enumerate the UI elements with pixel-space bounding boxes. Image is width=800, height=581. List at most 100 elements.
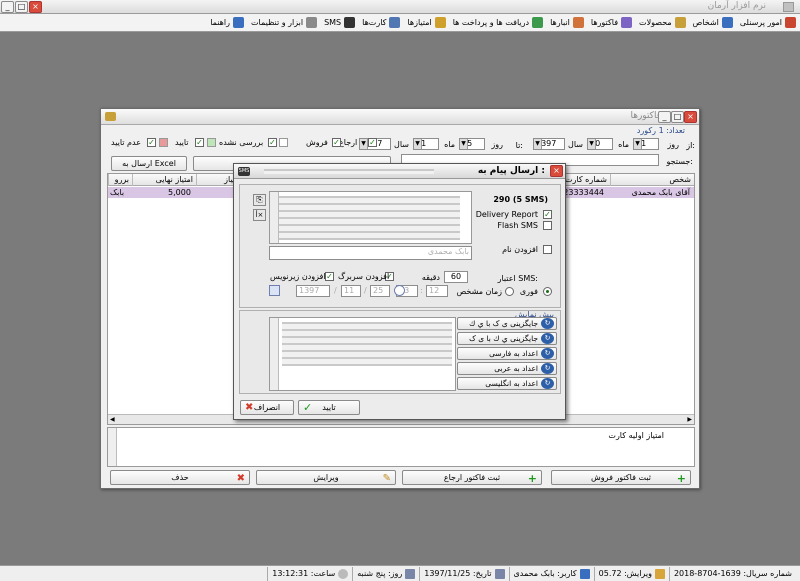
help-icon bbox=[232, 17, 244, 28]
immediate-radio[interactable] bbox=[543, 287, 552, 296]
menu-item-sms[interactable]: SMS bbox=[324, 17, 356, 28]
sched-day-select[interactable]: 25 bbox=[370, 285, 390, 297]
from-month-select[interactable]: 10▼ bbox=[587, 138, 613, 150]
note-area[interactable]: امتیاز اولیه کارت bbox=[107, 427, 695, 467]
preview-section: پیش نمایش ↻ جایگزینی ی ک با ي ك ↻ جایگزینی … bbox=[239, 310, 561, 394]
box-icon bbox=[674, 17, 686, 28]
message-scrollbar[interactable] bbox=[270, 192, 279, 243]
menu-item-label: انبارها bbox=[550, 18, 570, 27]
maximize-button[interactable]: □ bbox=[15, 1, 28, 13]
preview-button-5[interactable]: ↻ اعداد به انگلیسی bbox=[457, 377, 557, 390]
approved-checkbox[interactable]: ✓ bbox=[195, 138, 204, 147]
menu-item-payment[interactable]: دریافت ها و پرداخت ها bbox=[452, 17, 544, 28]
preview-button-2[interactable]: ↻ جایگزینی ي ك با ی ک bbox=[457, 332, 557, 345]
not-approved-checkbox[interactable]: ✓ bbox=[147, 138, 156, 147]
app-title: نرم افزار آرمان bbox=[707, 1, 766, 11]
factors-minimize-button[interactable]: _ bbox=[658, 111, 671, 123]
scroll-left-arrow[interactable]: ◀ bbox=[110, 416, 115, 423]
sched-minute-select[interactable]: 12 bbox=[426, 285, 448, 297]
close-button[interactable]: × bbox=[29, 1, 42, 13]
row-extra: بابک bbox=[110, 188, 125, 197]
factors-title-bar: فاکتورها _ □ × bbox=[101, 109, 699, 125]
minimize-button[interactable]: _ bbox=[1, 1, 14, 13]
col-header-final-points[interactable]: امتیاز نهایی bbox=[132, 174, 196, 186]
refresh-icon: ↻ bbox=[541, 333, 554, 344]
preview-button-4[interactable]: ↻ اعداد به عربی bbox=[457, 362, 557, 375]
sched-month-select[interactable]: 11 bbox=[341, 285, 361, 297]
minutes-label: دقیقه bbox=[421, 273, 440, 282]
menu-item-invoice[interactable]: فاکتورها bbox=[590, 17, 633, 28]
menu-item-label: محصولات bbox=[639, 18, 672, 27]
clock-icon bbox=[394, 285, 405, 296]
col-header-person[interactable]: شخص bbox=[610, 174, 694, 186]
preview-scrollbar[interactable] bbox=[270, 318, 279, 390]
return-invoice-button[interactable]: ثبت فاکتور ارجاع + bbox=[402, 470, 542, 485]
ok-button[interactable]: ✓ تایید bbox=[298, 400, 360, 415]
menu-bar: امور پرسنلی اشخاص محصولات فاکتورها انبارها در… bbox=[0, 14, 800, 32]
approved-label: تایید bbox=[175, 138, 189, 147]
refresh-icon: ↻ bbox=[541, 318, 554, 329]
from-day-label: روز bbox=[667, 140, 679, 149]
to-month-select[interactable]: 11▼ bbox=[413, 138, 439, 150]
to-day-select[interactable]: 25▼ bbox=[459, 138, 485, 150]
reviewed-checkbox[interactable]: ✓ bbox=[268, 138, 277, 147]
preview-button-3[interactable]: ↻ اعداد به فارسی bbox=[457, 347, 557, 360]
calendar-icon[interactable] bbox=[269, 285, 280, 296]
col-header-extra[interactable]: بررو bbox=[108, 174, 132, 186]
scroll-right-arrow[interactable]: ▶ bbox=[687, 416, 692, 423]
add-header-label: افزودن سربرگ bbox=[338, 272, 390, 281]
menu-item-people[interactable]: امور پرسنلی bbox=[740, 17, 796, 28]
message-textarea[interactable] bbox=[269, 191, 472, 244]
menu-item-label: اشخاص bbox=[692, 18, 719, 27]
delivery-report-checkbox[interactable]: ✓ bbox=[543, 210, 552, 219]
sched-year-select[interactable]: 1397 bbox=[296, 285, 330, 297]
clipboard-icon[interactable]: ⎘ bbox=[253, 194, 266, 206]
add-footer-label: افزودن زیرنویس bbox=[270, 272, 326, 281]
refresh-icon: ↻ bbox=[541, 348, 554, 359]
sms-icon: SMS bbox=[238, 167, 250, 176]
calendar-icon bbox=[494, 568, 505, 579]
sale-invoice-button[interactable]: ثبت فاکتور فروش + bbox=[551, 470, 691, 485]
edit-button[interactable]: ویرایش ✎ bbox=[256, 470, 396, 485]
status-date: تاریخ: 1397/11/25 bbox=[419, 566, 508, 581]
sales-checkbox[interactable]: ✓ bbox=[332, 138, 341, 147]
preview-button-label: اعداد به عربی bbox=[494, 364, 538, 373]
from-year-select[interactable]: 1397 ▼ bbox=[533, 138, 565, 150]
sms-close-button[interactable]: × bbox=[550, 165, 563, 177]
add-name-checkbox[interactable] bbox=[543, 245, 552, 254]
menu-item-help[interactable]: راهنما bbox=[210, 17, 244, 28]
factors-maximize-button[interactable]: □ bbox=[671, 111, 684, 123]
menu-item-star[interactable]: امتیازها bbox=[407, 17, 446, 28]
flash-sms-checkbox[interactable] bbox=[543, 221, 552, 230]
validity-input[interactable]: 60 bbox=[444, 271, 468, 283]
menu-item-tools[interactable]: ابزار و تنظیمات bbox=[251, 17, 318, 28]
not-approved-label: عدم تایید bbox=[111, 138, 141, 147]
cancel-button[interactable]: ✖ انصراف bbox=[240, 400, 294, 415]
sms-dialog: SMS ارسال پیام به : × ⎘ أ× بابک محمدی 29… bbox=[233, 163, 566, 420]
approved-color-swatch bbox=[159, 138, 168, 147]
sms-title-bar: SMS ارسال پیام به : × bbox=[234, 164, 565, 179]
sms-title: ارسال پیام به : bbox=[477, 166, 545, 176]
to-year-label: سال bbox=[394, 140, 409, 149]
clear-text-icon[interactable]: أ× bbox=[253, 209, 266, 221]
menu-item-label: دریافت ها و پرداخت ها bbox=[452, 18, 530, 27]
menu-item-warehouse[interactable]: انبارها bbox=[550, 17, 584, 28]
preview-button-label: اعداد به انگلیسی bbox=[485, 379, 538, 388]
from-day-select[interactable]: 01▼ bbox=[633, 138, 659, 150]
recipient-name-field[interactable]: بابک محمدی bbox=[269, 246, 472, 260]
delete-button[interactable]: حذف ✖ bbox=[110, 470, 250, 485]
scheduled-radio[interactable] bbox=[505, 287, 514, 296]
preview-button-1[interactable]: ↻ جایگزینی ی ک با ي ك bbox=[457, 317, 557, 330]
status-user: کاربر: بابک محمدی bbox=[508, 566, 594, 581]
menu-item-label: فاکتورها bbox=[590, 18, 619, 27]
factors-close-button[interactable]: × bbox=[684, 111, 697, 123]
menu-item-box[interactable]: محصولات bbox=[639, 17, 686, 28]
add-footer-checkbox[interactable]: ✓ bbox=[325, 272, 334, 281]
menu-item-card[interactable]: کارت‌ها bbox=[362, 17, 401, 28]
plus-icon: + bbox=[527, 472, 537, 485]
menu-item-person[interactable]: اشخاص bbox=[693, 17, 733, 28]
excel-export-button[interactable]: ارسال به Excel bbox=[111, 156, 187, 171]
refresh-icon: ↻ bbox=[541, 363, 554, 374]
note-scrollbar[interactable] bbox=[108, 428, 117, 466]
return-checkbox[interactable]: ✓ bbox=[368, 138, 377, 147]
